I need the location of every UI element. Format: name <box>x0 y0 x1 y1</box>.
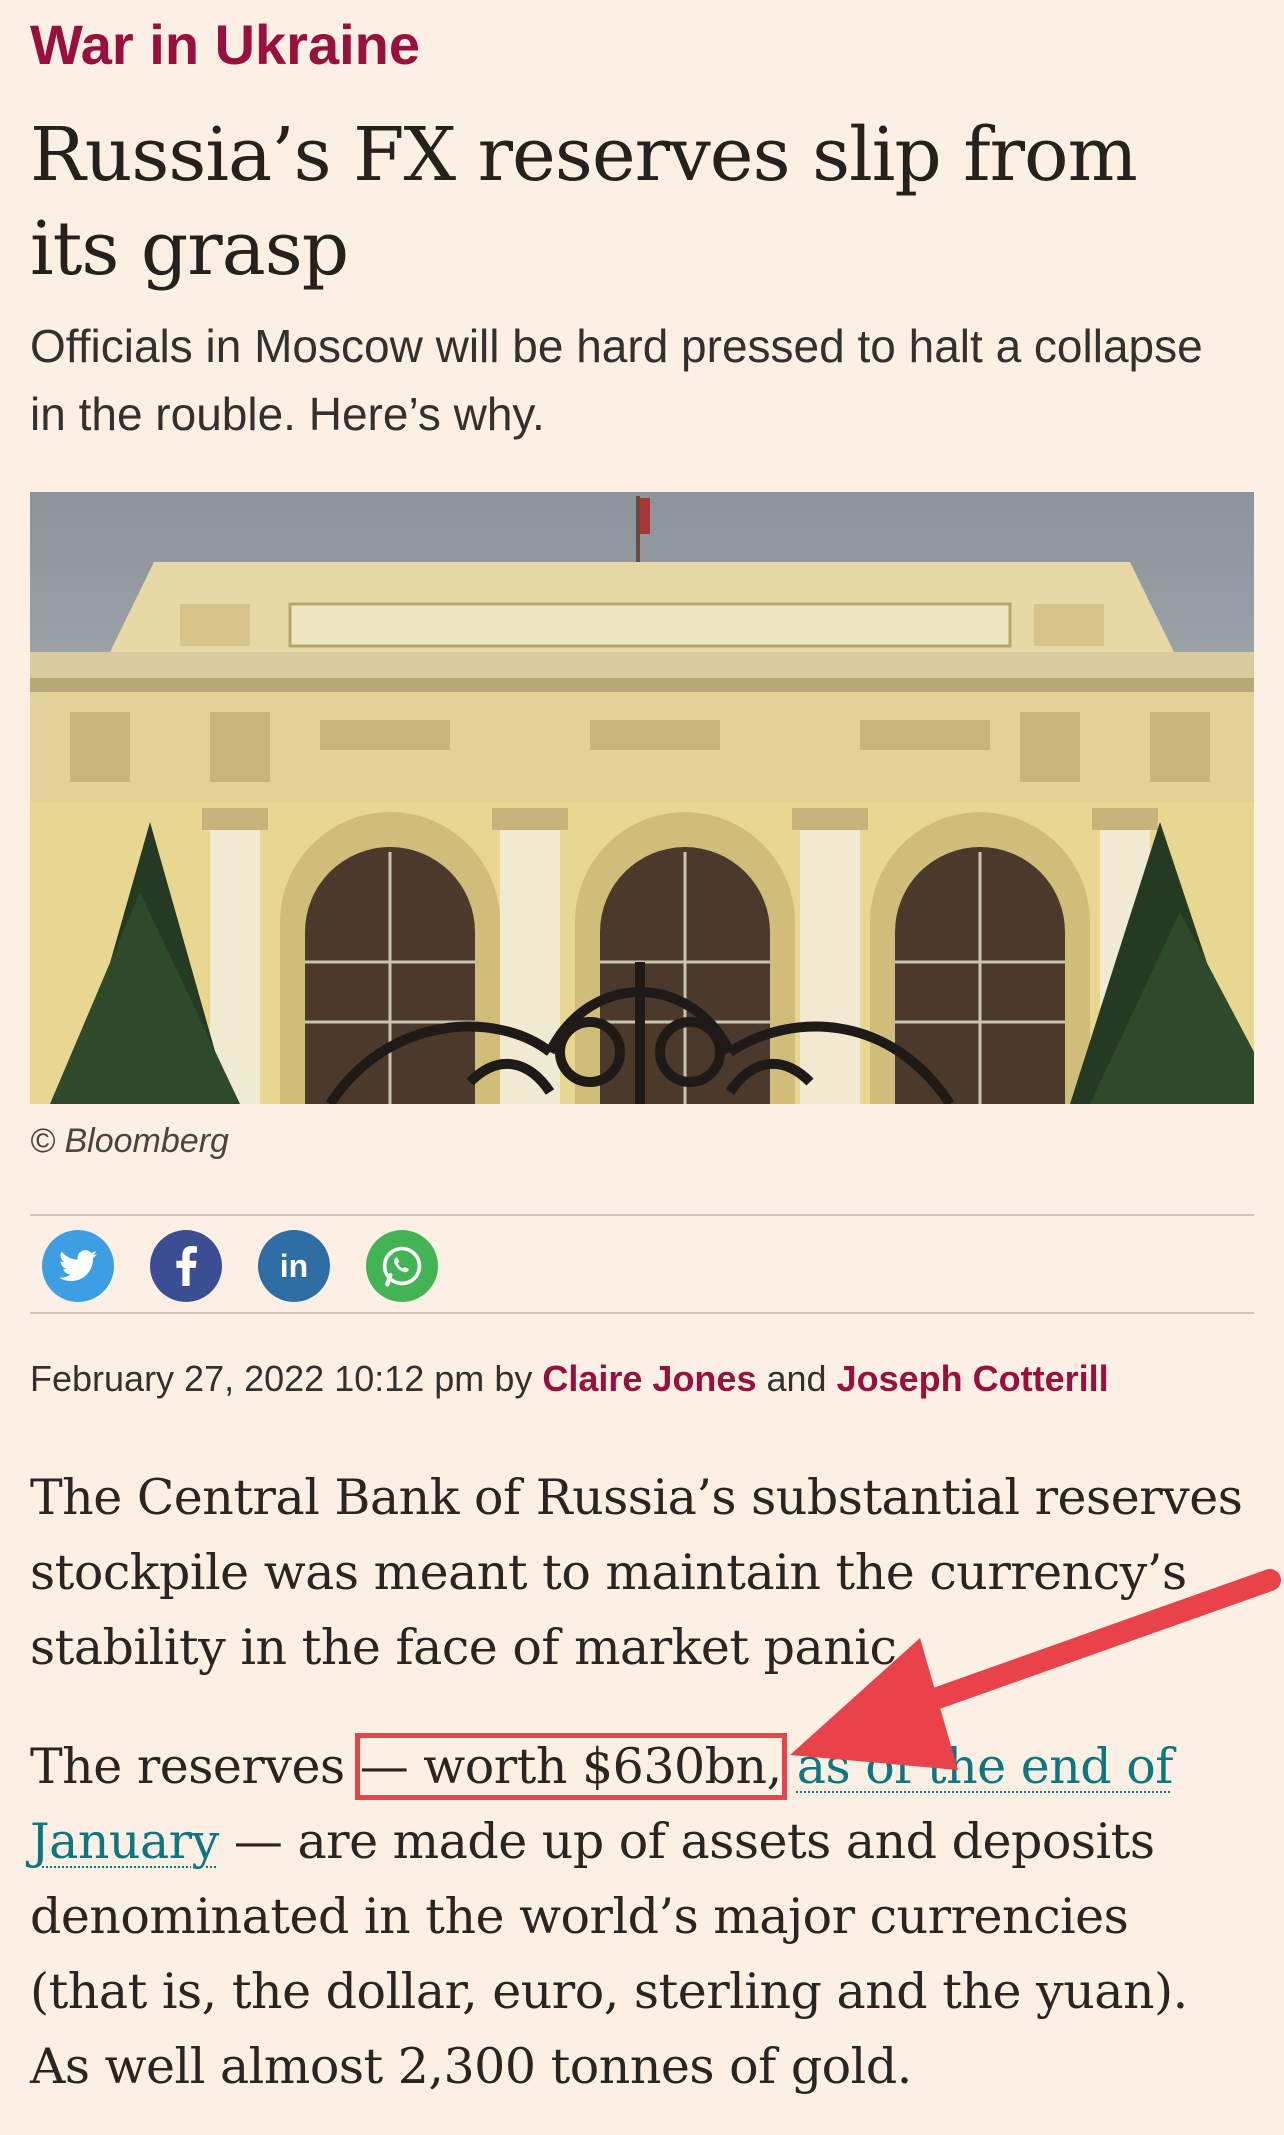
linkedin-share-button[interactable]: in <box>258 1230 330 1302</box>
byline-and: and <box>766 1358 827 1399</box>
share-buttons: in <box>42 1230 438 1304</box>
section-tag[interactable]: War in Ukraine <box>30 10 420 80</box>
divider-bottom <box>30 1312 1254 1314</box>
paragraph-2: The reserves — worth $630bn, as of the e… <box>30 1729 1254 2104</box>
publish-date: February 27, 2022 10:12 pm <box>30 1358 485 1399</box>
bank-building-illustration <box>30 492 1254 1104</box>
divider-top <box>30 1214 1254 1216</box>
whatsapp-share-button[interactable] <box>366 1230 438 1302</box>
highlighted-reserves-value: — worth $630bn, <box>354 1733 787 1800</box>
hero-image <box>30 492 1254 1104</box>
article-headline: Russia’s FX reserves slip from its grasp <box>30 112 1138 292</box>
image-caption: © Bloomberg <box>30 1122 229 1160</box>
whatsapp-icon <box>382 1246 422 1287</box>
facebook-share-button[interactable] <box>150 1230 222 1302</box>
paragraph-2-lead: The reserves <box>30 1738 360 1795</box>
twitter-share-button[interactable] <box>42 1230 114 1302</box>
twitter-icon <box>59 1250 97 1282</box>
article-byline: February 27, 2022 10:12 pm by Claire Jon… <box>30 1358 1109 1400</box>
facebook-icon <box>176 1246 197 1286</box>
article-standfirst: Officials in Moscow will be hard pressed… <box>30 320 1203 440</box>
author-link-claire-jones[interactable]: Claire Jones <box>542 1358 756 1399</box>
byline-by: by <box>494 1358 533 1399</box>
linkedin-icon: in <box>279 1247 309 1284</box>
paragraph-1: The Central Bank of Russia’s substantial… <box>30 1469 1243 1676</box>
author-link-joseph-cotterill[interactable]: Joseph Cotterill <box>837 1358 1109 1399</box>
